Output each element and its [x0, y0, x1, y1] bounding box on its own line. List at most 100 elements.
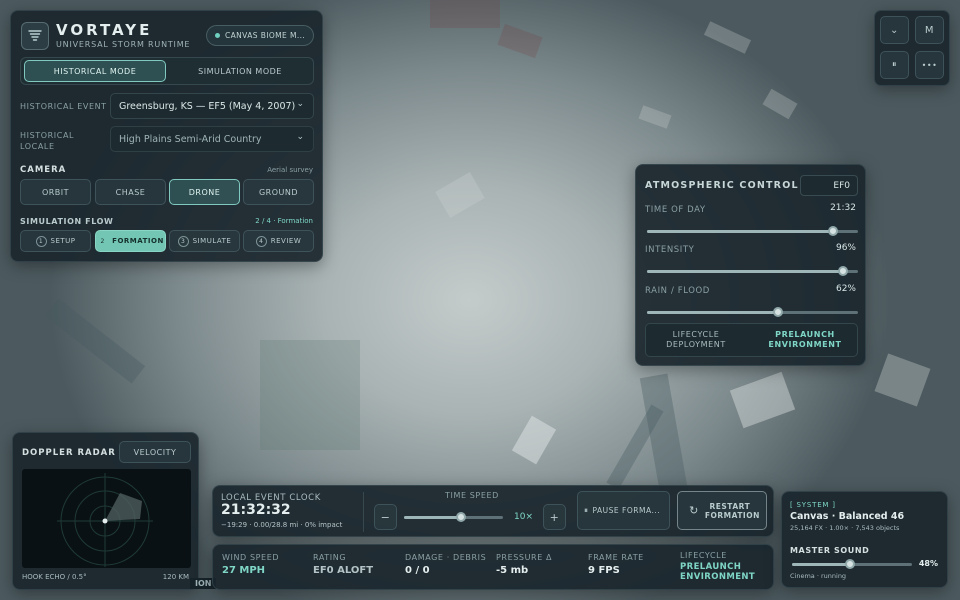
plus-icon: + — [549, 510, 560, 524]
locale-label-line1: HISTORICAL — [20, 131, 75, 140]
radar-display — [22, 469, 191, 568]
stat-value: 9 FPS — [588, 565, 620, 576]
pause-icon: ⏸ — [891, 60, 897, 70]
stat-pressure: PRESSURE Δ -5 mb — [496, 553, 581, 576]
stat-value: -5 mb — [496, 565, 529, 576]
pause-icon: ⏸ — [584, 505, 589, 515]
historical-mode-button[interactable]: HISTORICAL MODE — [24, 60, 166, 82]
slider-knob[interactable] — [844, 559, 855, 569]
time-speed-slider[interactable] — [404, 512, 503, 522]
slider-fill — [404, 516, 462, 519]
step-label: FORMATION — [112, 237, 164, 245]
more-button[interactable]: ••• — [915, 51, 944, 79]
control-panel: VORTAYE UNIVERSAL STORM RUNTIME CANVAS B… — [10, 10, 323, 262]
biome-badge[interactable]: CANVAS BIOME M... — [206, 25, 314, 46]
time-of-day-slider[interactable] — [647, 226, 858, 236]
camera-ground-button[interactable]: GROUND — [243, 179, 314, 205]
stat-label: RATING — [313, 553, 347, 562]
pause-formation-button[interactable]: ⏸ PAUSE FORMA... — [577, 491, 670, 530]
slider-knob[interactable] — [456, 512, 467, 522]
restart-formation-button[interactable]: ↻ RESTART FORMATION — [677, 491, 767, 530]
m-button[interactable]: M — [915, 16, 944, 44]
stat-damage-debris: DAMAGE · DEBRIS 0 / 0 — [405, 553, 495, 576]
intensity-slider[interactable] — [647, 266, 858, 276]
slider-fill — [647, 230, 833, 233]
tornado-icon — [28, 30, 42, 41]
stats-bar: WIND SPEED 27 MPH RATING EF0 ALOFT DAMAG… — [212, 544, 774, 590]
time-of-day-label: TIME OF DAY — [645, 205, 706, 215]
clock-detail: −19:29 · 0.00/28.8 mi · 0% impact — [221, 521, 343, 529]
slider-knob[interactable] — [772, 307, 783, 317]
stat-label: WIND SPEED — [222, 553, 280, 562]
historical-locale-select[interactable]: High Plains Semi-Arid Country ⌄ — [110, 126, 314, 152]
step-number: 1 — [35, 235, 47, 247]
step-label: REVIEW — [270, 237, 302, 245]
step-label: SIMULATE — [192, 237, 232, 245]
mode-toggle: HISTORICAL MODE SIMULATION MODE — [20, 57, 314, 85]
step-number: 3 — [177, 235, 189, 247]
system-title: Canvas · Balanced 46 — [790, 511, 905, 522]
historical-event-select[interactable]: Greensburg, KS — EF5 (May 4, 2007) ⌄ — [110, 93, 314, 119]
timeline-panel: LOCAL EVENT CLOCK 21:32:32 −19:29 · 0.00… — [212, 485, 774, 537]
stat-lifecycle: LIFECYCLE PRELAUNCH ENVIRONMENT — [680, 551, 770, 582]
flow-step-review[interactable]: 4 REVIEW — [243, 230, 314, 252]
step-label: SETUP — [50, 237, 76, 245]
atmospheric-control-panel: ATMOSPHERIC CONTROL EF0 TIME OF DAY 21:3… — [635, 164, 866, 366]
more-icon: ••• — [921, 60, 938, 70]
flow-step-simulate[interactable]: 3 SIMULATE — [169, 230, 240, 252]
ef-rating-badge: EF0 — [800, 175, 858, 196]
status-dot-icon — [215, 33, 220, 38]
stat-frame-rate: FRAME RATE 9 FPS — [588, 553, 673, 576]
restart-formation-label: RESTART FORMATION — [704, 501, 760, 520]
master-sound-value: 48% — [918, 559, 938, 568]
collapse-icon: ⌄ — [890, 24, 899, 36]
divider — [363, 492, 364, 532]
chevron-down-icon: ⌄ — [296, 99, 304, 109]
slider-fill — [647, 270, 844, 273]
stat-label: PRESSURE Δ — [496, 553, 553, 562]
speed-increase-button[interactable]: + — [543, 504, 566, 530]
collapse-button[interactable]: ⌄ — [880, 16, 909, 44]
atmospheric-title: ATMOSPHERIC CONTROL — [645, 180, 799, 191]
intensity-label: INTENSITY — [645, 245, 695, 255]
pause-toggle-button[interactable]: ⏸ — [880, 51, 909, 79]
simulation-mode-button[interactable]: SIMULATION MODE — [169, 60, 311, 82]
slider-knob[interactable] — [838, 266, 849, 276]
step-number: 2 — [100, 237, 105, 245]
camera-orbit-button[interactable]: ORBIT — [20, 179, 91, 205]
locale-label-line2: LOCALE — [20, 142, 55, 151]
stat-value: PRELAUNCH ENVIRONMENT — [680, 562, 756, 582]
minus-icon: − — [380, 510, 391, 524]
master-sound-slider[interactable] — [792, 559, 912, 569]
pause-formation-label: PAUSE FORMA... — [592, 506, 661, 515]
velocity-button[interactable]: VELOCITY — [119, 441, 191, 463]
restart-icon: ↻ — [689, 504, 699, 517]
radar-caption: HOOK ECHO / 0.5° — [22, 573, 87, 581]
stat-wind-speed: WIND SPEED 27 MPH — [222, 553, 307, 576]
biome-badge-label: CANVAS BIOME M... — [225, 31, 306, 40]
rain-flood-slider[interactable] — [647, 307, 858, 317]
master-sound-label: MASTER SOUND — [790, 546, 870, 555]
rain-flood-label: RAIN / FLOOD — [645, 286, 710, 296]
flow-step-setup[interactable]: 1 SETUP — [20, 230, 91, 252]
slider-knob[interactable] — [827, 226, 838, 236]
stat-label: DAMAGE · DEBRIS — [405, 553, 487, 562]
system-panel: [ SYSTEM ] Canvas · Balanced 46 25,164 F… — [781, 491, 948, 588]
time-speed-value: 10× — [514, 512, 533, 522]
app-title: VORTAYE — [56, 21, 153, 39]
system-status: Cinema · running — [790, 572, 847, 580]
camera-drone-button[interactable]: DRONE — [169, 179, 240, 205]
rain-flood-value: 62% — [835, 284, 856, 294]
historical-event-value: Greensburg, KS — EF5 (May 4, 2007) — [119, 100, 296, 112]
app-logo — [21, 22, 49, 50]
lifecycle-deployment-tab[interactable]: LIFECYCLE DEPLOYMENT — [650, 330, 742, 350]
stat-rating: RATING EF0 ALOFT — [313, 553, 398, 576]
camera-chase-button[interactable]: CHASE — [95, 179, 166, 205]
system-detail: 25,164 FX · 1.00× · 7,543 objects — [790, 524, 900, 532]
prelaunch-environment-tab[interactable]: PRELAUNCH ENVIRONMENT — [756, 330, 854, 350]
stat-value: 27 MPH — [222, 565, 266, 576]
stat-value: 0 / 0 — [405, 565, 430, 576]
stat-label: LIFECYCLE — [680, 551, 727, 560]
flow-step-formation[interactable]: 2 FORMATION — [95, 230, 166, 252]
speed-decrease-button[interactable]: − — [374, 504, 397, 530]
